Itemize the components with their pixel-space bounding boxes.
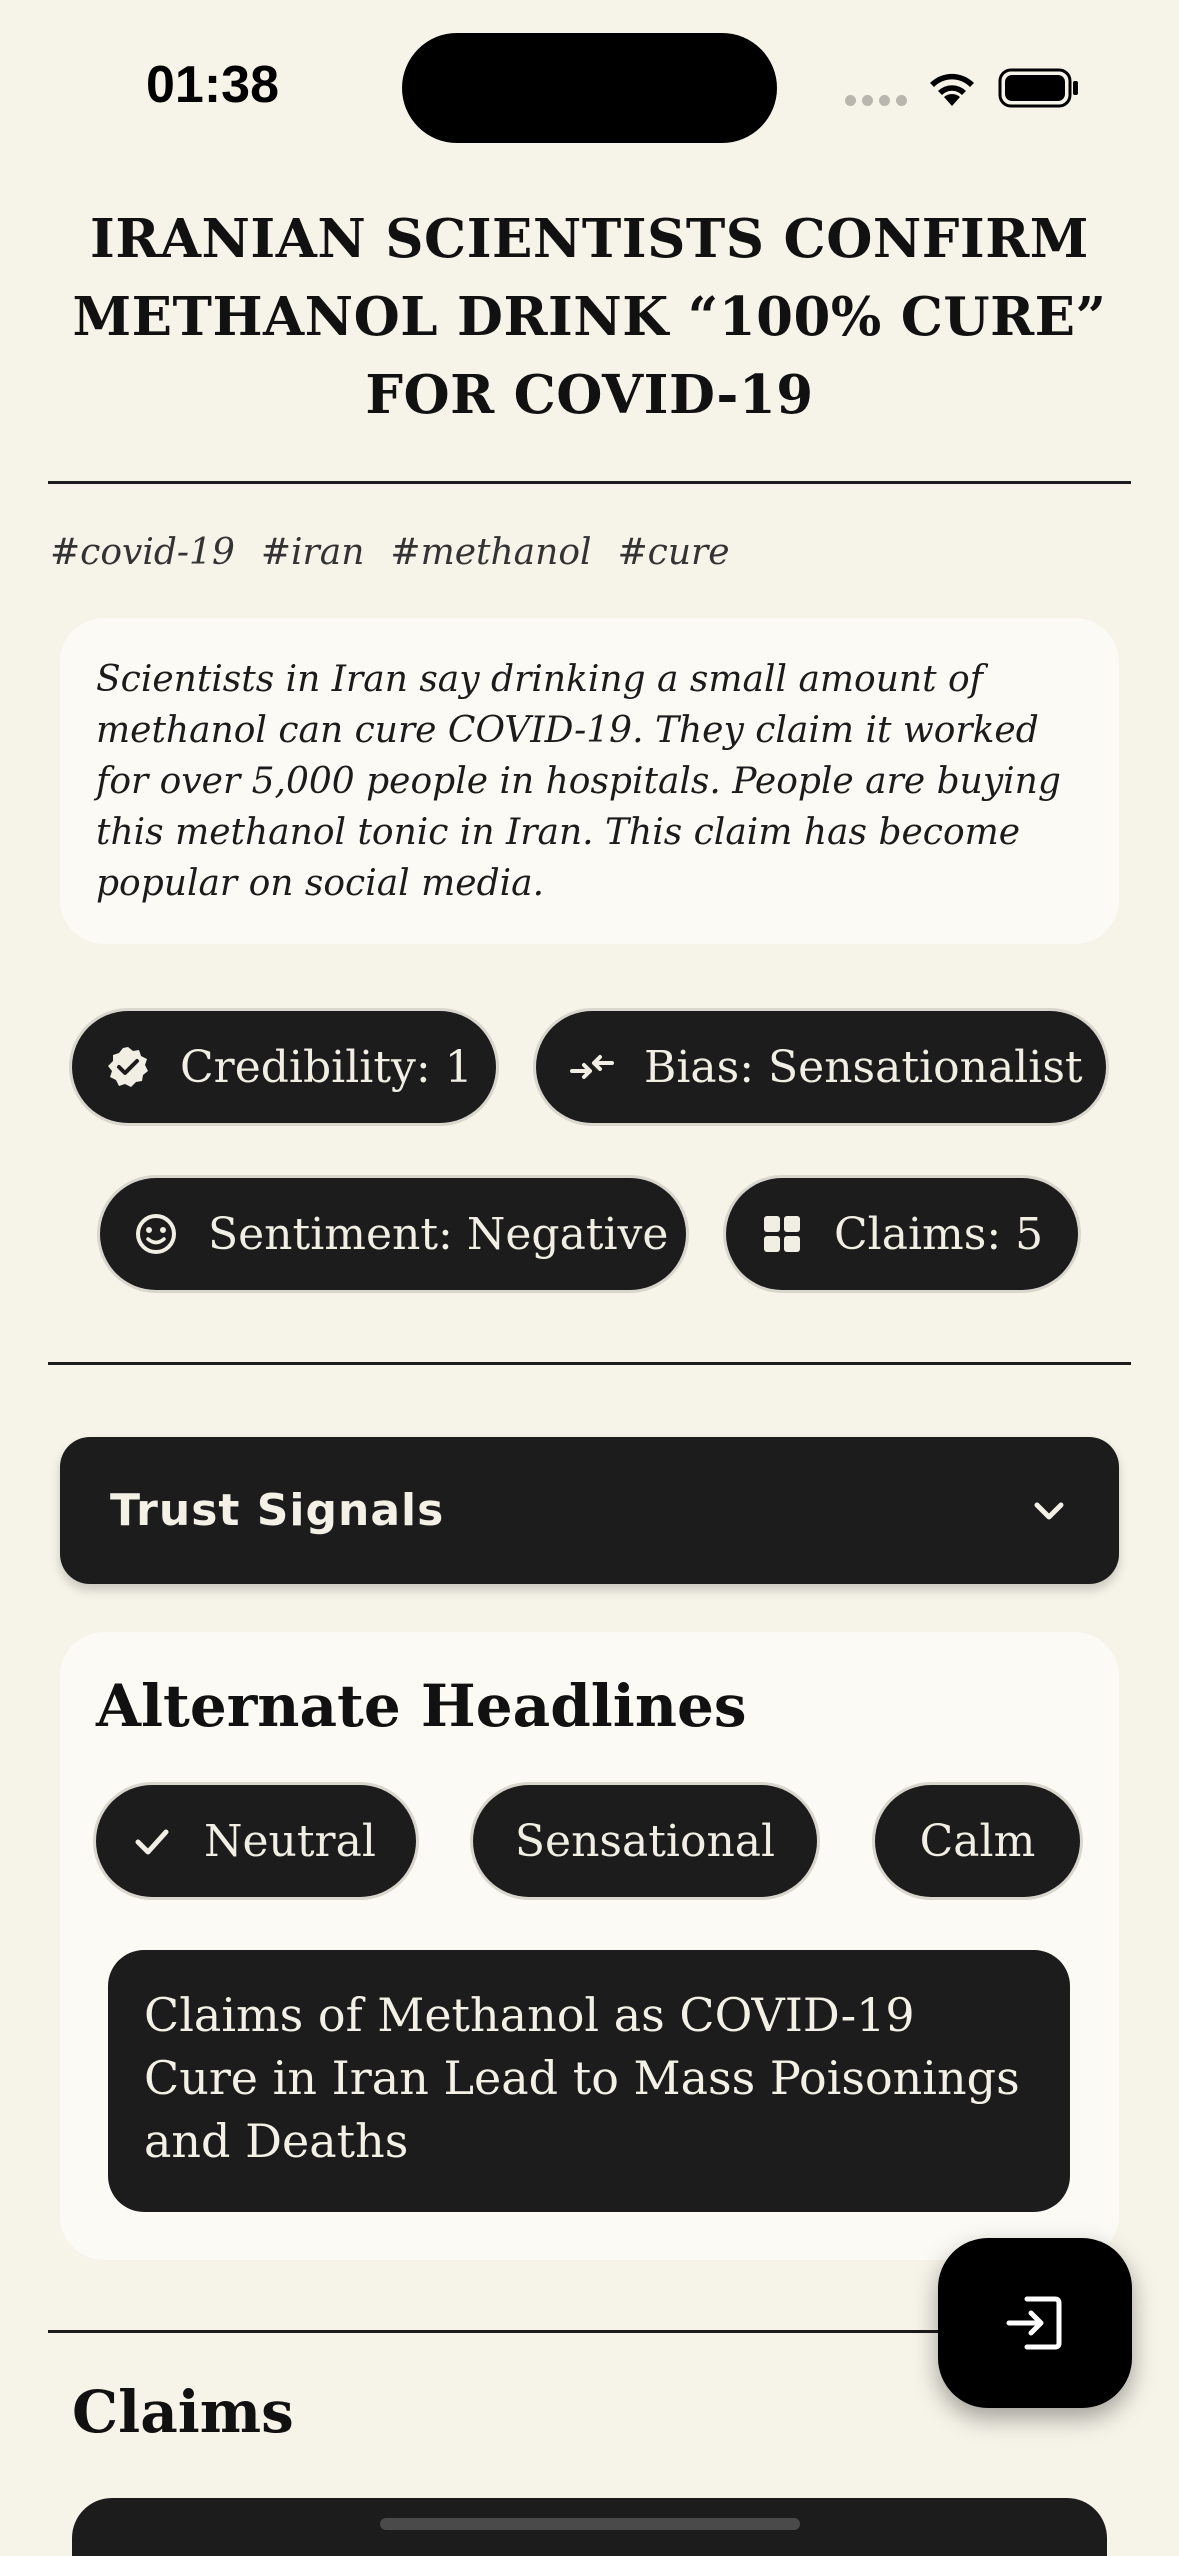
battery-icon	[998, 68, 1078, 108]
summary-card: Scientists in Iran say drinking a small …	[60, 618, 1119, 944]
tag[interactable]: #covid-19	[50, 532, 235, 573]
alternate-headline-text: Claims of Methanol as COVID-19 Cure in I…	[108, 1950, 1070, 2212]
divider	[48, 481, 1131, 484]
trust-signals-label: Trust Signals	[110, 1485, 445, 1536]
tone-chip-sensational[interactable]: Sensational	[473, 1785, 817, 1897]
tone-chip-neutral[interactable]: Neutral	[96, 1785, 416, 1897]
wifi-icon	[930, 73, 974, 106]
sentiment-pill[interactable]: Sentiment: Negative	[100, 1178, 686, 1290]
sentiment-label: Sentiment: Negative	[208, 1208, 669, 1260]
tone-chip-label: Neutral	[204, 1815, 376, 1867]
tag[interactable]: #iran	[261, 532, 365, 573]
tone-chip-label: Sensational	[514, 1815, 776, 1867]
exit-button[interactable]	[938, 2238, 1132, 2408]
claims-section-title: Claims	[72, 2378, 294, 2446]
alternate-headlines-title: Alternate Headlines	[96, 1672, 747, 1740]
chevron-down-icon	[1034, 1502, 1064, 1519]
status-bar: 01:38	[0, 0, 1179, 170]
trust-signals-accordion[interactable]: Trust Signals	[60, 1437, 1119, 1584]
tag-list: #covid-19 #iran #methanol #cure	[50, 532, 730, 573]
dynamic-island	[402, 33, 777, 143]
tone-chip-label: Calm	[919, 1815, 1036, 1867]
credibility-pill[interactable]: Credibility: 1	[72, 1011, 496, 1123]
bias-label: Bias: Sensationalist	[644, 1041, 1083, 1093]
divider	[48, 2330, 948, 2333]
article-headline: IRANIAN SCIENTISTS CONFIRM METHANOL DRIN…	[72, 208, 1107, 426]
exit-icon	[1006, 2296, 1062, 2350]
checkmark-icon	[135, 1829, 169, 1855]
cellular-signal-icon	[845, 95, 907, 106]
status-time: 01:38	[146, 56, 279, 114]
bias-pill[interactable]: Bias: Sensationalist	[536, 1011, 1106, 1123]
claims-count-pill[interactable]: Claims: 5	[726, 1178, 1078, 1290]
grid-icon	[760, 1212, 804, 1256]
tag[interactable]: #cure	[618, 532, 730, 573]
alternate-headlines-card: Alternate Headlines Neutral Sensational …	[60, 1632, 1119, 2260]
home-indicator[interactable]	[380, 2518, 800, 2530]
claims-count-label: Claims: 5	[834, 1208, 1044, 1260]
smiley-icon	[134, 1212, 178, 1256]
summary-text: Scientists in Iran say drinking a small …	[96, 659, 1061, 904]
compare-arrows-icon	[570, 1045, 614, 1089]
tag[interactable]: #methanol	[390, 532, 591, 573]
verified-badge-icon	[106, 1045, 150, 1089]
divider	[48, 1362, 1131, 1365]
tone-chip-calm[interactable]: Calm	[875, 1785, 1080, 1897]
credibility-label: Credibility: 1	[180, 1041, 473, 1093]
